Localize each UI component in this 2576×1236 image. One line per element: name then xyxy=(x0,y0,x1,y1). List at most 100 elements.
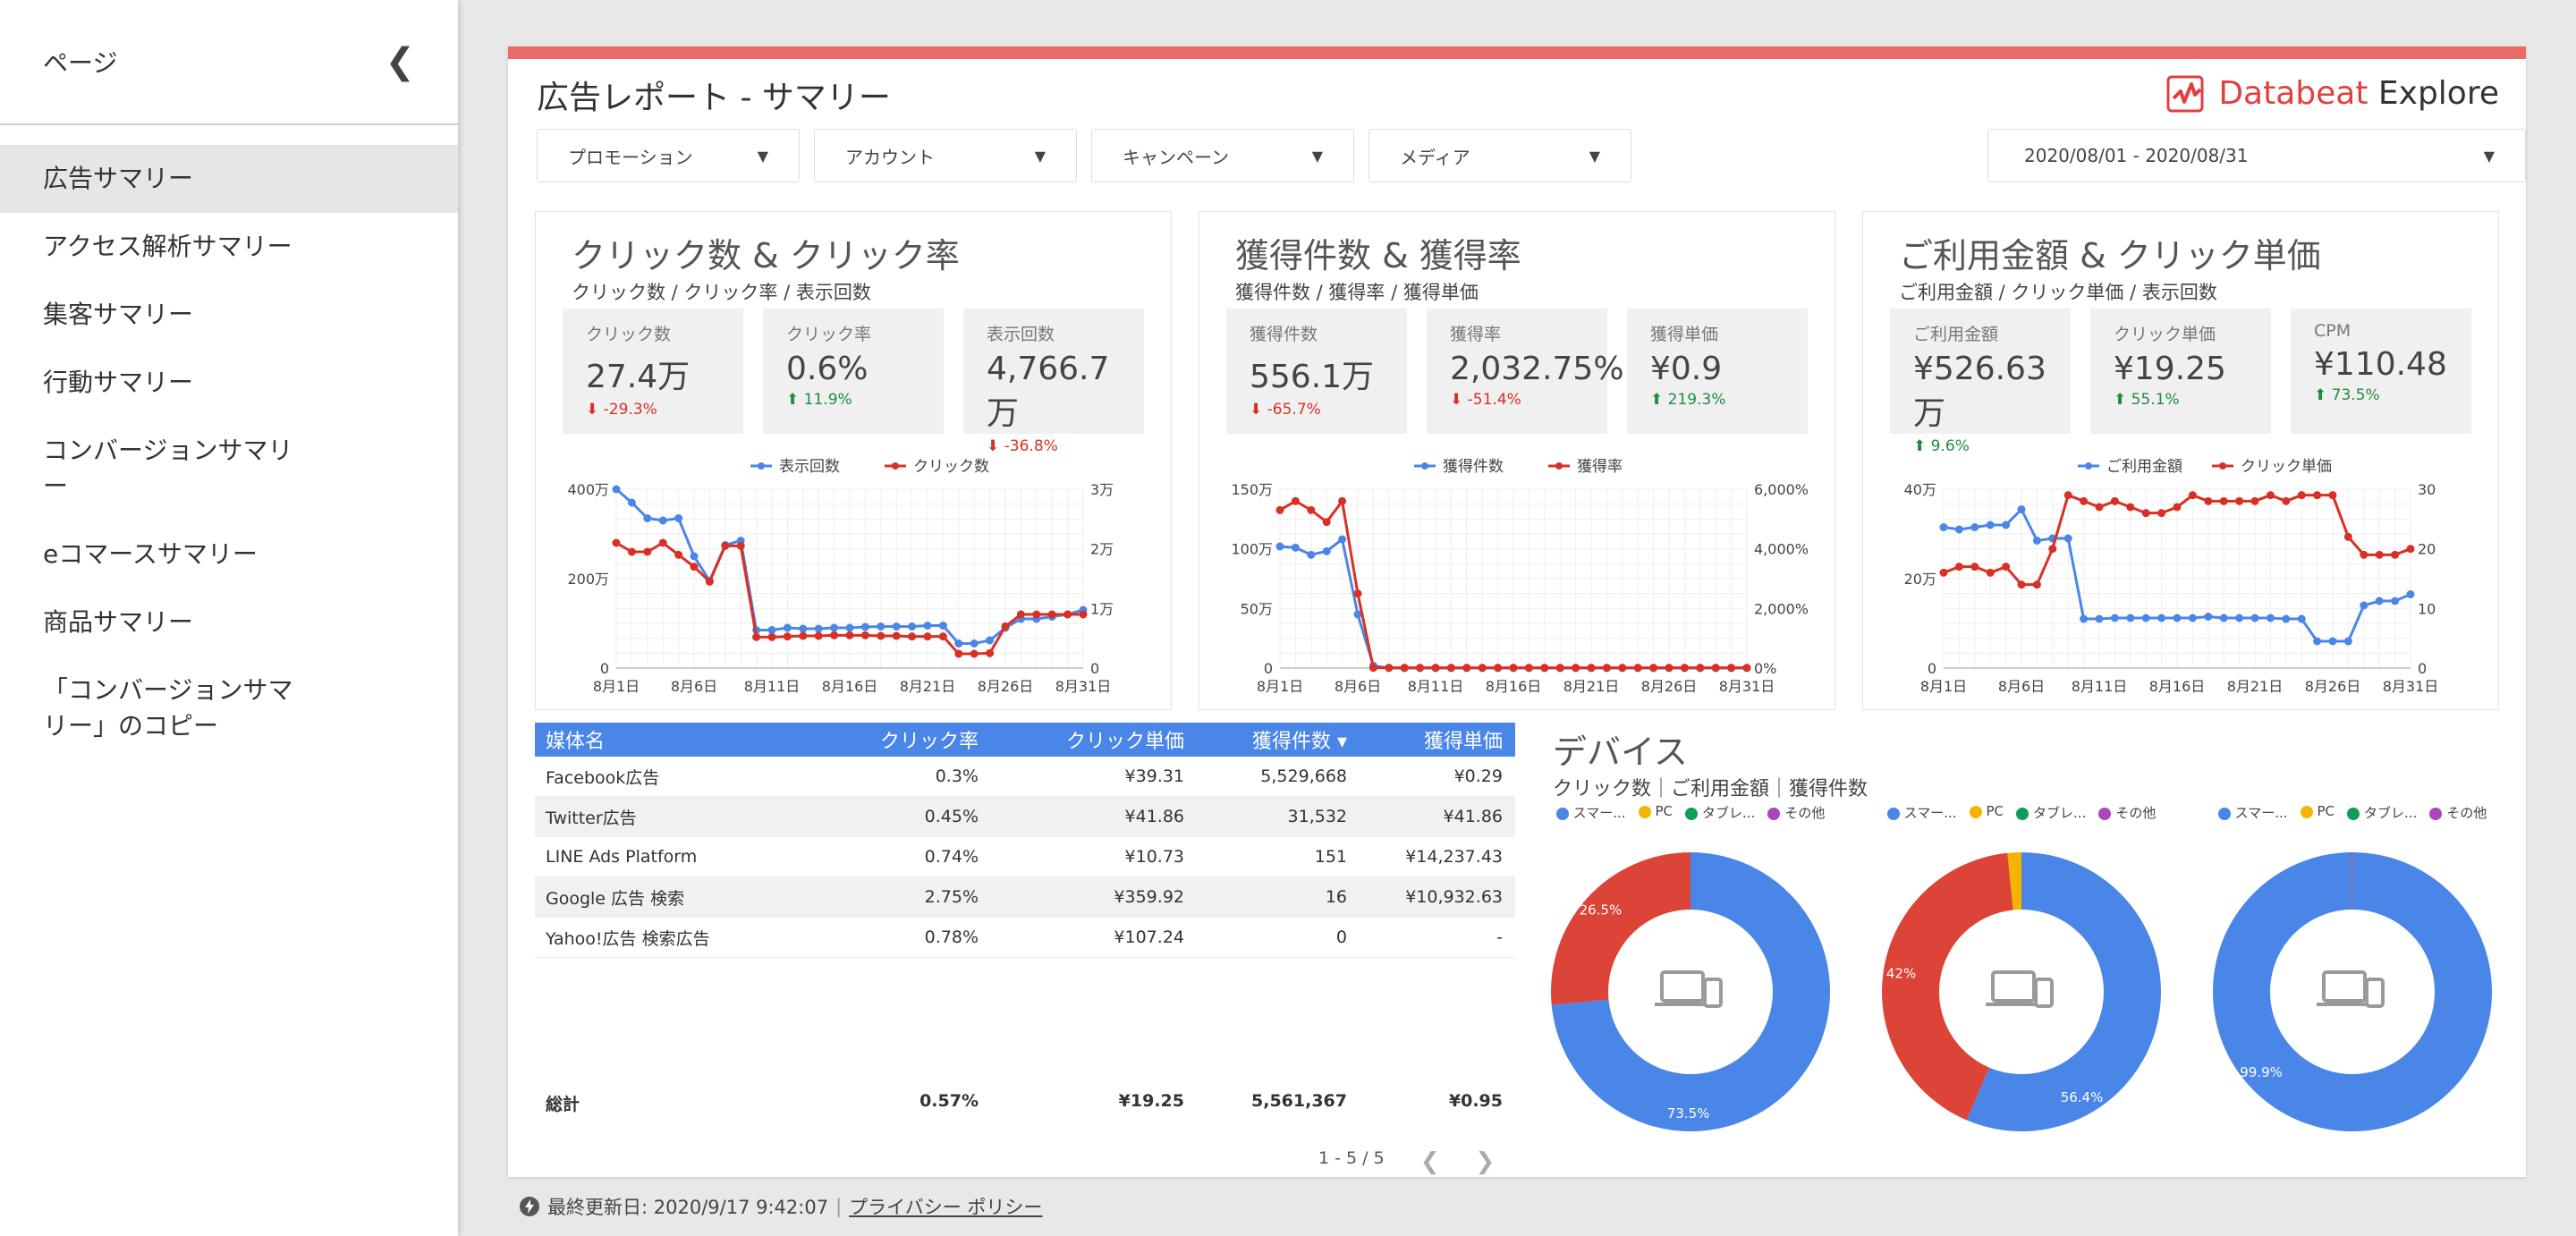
x-tick-label: 8月6日 xyxy=(671,678,717,695)
cell-cpa: ¥41.86 xyxy=(1443,807,1503,826)
series-point xyxy=(2173,614,2182,622)
y-right-tick-label: 6,000% xyxy=(1754,481,1809,498)
total-conversions: 5,561,367 xyxy=(1251,1091,1347,1111)
series-point xyxy=(2141,509,2150,518)
monitor-shape xyxy=(1660,970,1705,1003)
legend-label: その他 xyxy=(2446,805,2487,821)
page-item-behavior-summary[interactable]: 行動サマリー xyxy=(0,349,458,417)
report-canvas: 広告レポート - サマリー Databeat Explore プロモーション ▼ … xyxy=(508,47,2526,1177)
col-header-ctr[interactable]: クリック率 xyxy=(791,725,979,754)
logo-brand: Databeat xyxy=(2218,74,2368,112)
filter-media[interactable]: メディア ▼ xyxy=(1368,129,1631,182)
report-footer: 最終更新日: 2020/9/17 9:42:07 | プライバシー ポリシー xyxy=(519,1193,1042,1220)
col-header-cpc[interactable]: クリック単価 xyxy=(979,725,1184,754)
series-point xyxy=(1307,505,1316,514)
series-point xyxy=(2188,491,2197,500)
x-tick-label: 8月11日 xyxy=(1408,678,1464,695)
series-point xyxy=(674,514,683,522)
cell-ctr: 0.78% xyxy=(924,927,979,947)
legend-label: タブレ... xyxy=(2033,805,2087,821)
col-header-media[interactable]: 媒体名 xyxy=(535,725,791,754)
x-tick-label: 8月1日 xyxy=(1920,678,1967,695)
series-point xyxy=(814,631,823,640)
series-point xyxy=(767,632,776,641)
series-point xyxy=(783,623,792,632)
legend-label: その他 xyxy=(2115,805,2157,821)
filter-campaign[interactable]: キャンペーン ▼ xyxy=(1091,129,1354,182)
y-right-tick-label: 0% xyxy=(1754,660,1776,677)
scorecard-value: 0.6% xyxy=(786,351,869,387)
filter-account[interactable]: アカウント ▼ xyxy=(814,129,1077,182)
series-point xyxy=(2391,597,2400,605)
col-header-conversions[interactable]: 獲得件数 ▾ xyxy=(1184,725,1347,754)
device-donut-cost: スマー... PC タブレ... その他 56.4% 42% xyxy=(1869,803,2174,1161)
page-item-product-summary[interactable]: 商品サマリー xyxy=(0,588,458,656)
y-left-tick-label: 0 xyxy=(1928,660,1936,677)
legend-dot xyxy=(1555,807,1569,820)
series-point xyxy=(1954,525,1963,534)
legend-label: 表示回数 xyxy=(779,458,840,476)
slice-label: 26.5% xyxy=(1580,902,1623,918)
series-point xyxy=(2204,496,2213,505)
series-point xyxy=(1954,563,1963,571)
page-item-label: 行動サマリー xyxy=(43,368,194,397)
series-point xyxy=(1032,610,1041,619)
phone-shape xyxy=(1703,978,1723,1008)
privacy-policy-link[interactable]: プライバシー ポリシー xyxy=(849,1193,1042,1220)
page-item-ecommerce-summary[interactable]: eコマースサマリー xyxy=(0,521,458,588)
series-point xyxy=(2313,491,2322,500)
series-point xyxy=(2235,614,2244,622)
legend-label: タブレ... xyxy=(1702,805,1756,821)
series-point xyxy=(658,538,667,547)
series-point xyxy=(736,541,745,550)
page-item-conversion-copy[interactable]: 「コンバージョンサマリー」のコピー xyxy=(0,656,458,760)
sidebar-header: ページ ❮ xyxy=(0,0,458,125)
filter-promotion[interactable]: プロモーション ▼ xyxy=(537,129,800,182)
legend-dot xyxy=(2098,807,2112,820)
scorecard-value: 27.4万 xyxy=(586,359,691,395)
date-range-picker[interactable]: 2020/08/01 - 2020/08/31 ▼ xyxy=(1987,129,2526,182)
series-point xyxy=(721,541,730,550)
cell-conversions: 151 xyxy=(1314,847,1347,867)
series-point xyxy=(1047,610,1056,619)
dropdown-caret-icon: ▼ xyxy=(1589,147,1600,165)
series-point xyxy=(2017,580,2026,589)
dropdown-caret-icon: ▼ xyxy=(2483,147,2495,165)
total-cpa: ¥0.95 xyxy=(1448,1091,1503,1111)
delta-value: -29.3% xyxy=(603,401,657,419)
series-point xyxy=(1275,542,1284,551)
cell-conversions: 16 xyxy=(1325,887,1347,907)
pagination-range: 1 - 5 / 5 xyxy=(1318,1148,1385,1168)
series-point xyxy=(1602,664,1611,673)
page-item-conversion-summary[interactable]: コンバージョンサマリー xyxy=(0,417,458,521)
series-point xyxy=(2375,550,2384,559)
x-tick-label: 8月31日 xyxy=(2383,678,2439,695)
collapse-chevron-icon[interactable]: ❮ xyxy=(385,41,415,82)
filter-label: メディア xyxy=(1400,146,1470,168)
next-page-icon[interactable]: ❯ xyxy=(1475,1148,1495,1175)
series-point xyxy=(690,563,699,571)
col-header-cpa[interactable]: 獲得単価 xyxy=(1347,725,1510,754)
page-item-acquisition-summary[interactable]: 集客サマリー xyxy=(0,281,458,349)
legend-item: タブレ... xyxy=(2347,803,2417,822)
series-point xyxy=(923,622,932,630)
page-item-ad-summary[interactable]: 広告サマリー xyxy=(0,145,458,213)
prev-page-icon[interactable]: ❮ xyxy=(1420,1148,1440,1175)
cell-media: Yahoo!広告 検索広告 xyxy=(546,928,710,949)
series-point xyxy=(1572,664,1580,673)
legend-label: その他 xyxy=(1784,805,1826,821)
series-point xyxy=(1618,664,1627,673)
devices-subtitle: クリック数｜ご利用金額｜獲得件数 xyxy=(1553,778,1868,800)
scorecard-label: CPM xyxy=(2314,321,2351,341)
delta-value: 9.6% xyxy=(1930,437,1970,455)
series-point xyxy=(643,514,652,522)
panel-clicks: クリック数 & クリック率 クリック数 / クリック率 / 表示回数 クリック数… xyxy=(535,211,1172,710)
panel-conversions: 獲得件数 & 獲得率 獲得件数 / 獲得率 / 獲得単価 獲得件数 556.1万 ⬇… xyxy=(1199,211,1835,710)
scorecard-label: 獲得件数 xyxy=(1250,325,1318,344)
x-tick-label: 8月6日 xyxy=(1335,678,1381,695)
series-point xyxy=(2032,537,2041,545)
page-item-access-summary[interactable]: アクセス解析サマリー xyxy=(0,213,458,281)
scorecard-cvr: 獲得率 2,032.75% ⬇ -51.4% xyxy=(1427,309,1624,434)
series-point xyxy=(970,649,979,658)
legend-item: スマー... xyxy=(1555,803,1626,822)
